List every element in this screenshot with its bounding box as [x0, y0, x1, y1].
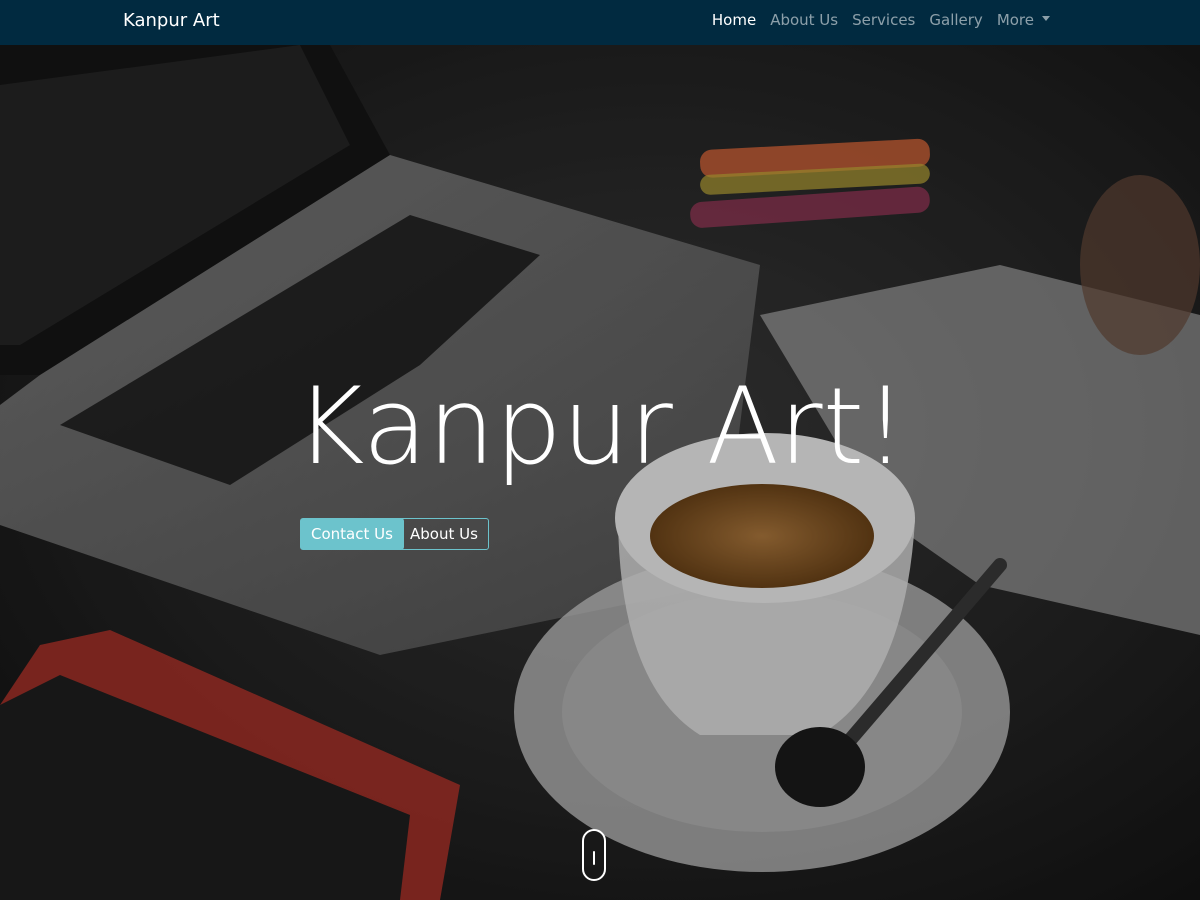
- mouse-scroll-icon[interactable]: [582, 829, 606, 881]
- about-us-button[interactable]: About Us: [399, 518, 489, 550]
- top-navbar: Kanpur Art Home About Us Services Galler…: [0, 0, 1200, 45]
- hero-section: Kanpur Art! Contact Us About Us: [0, 45, 1200, 900]
- hero-title: Kanpur Art!: [295, 365, 907, 488]
- brand-logo-link[interactable]: Kanpur Art: [123, 10, 220, 32]
- nav-link-services[interactable]: Services: [845, 10, 922, 30]
- nav-links: Home About Us Services Gallery More: [705, 10, 1057, 30]
- chevron-down-icon: [1042, 16, 1050, 21]
- nav-link-home[interactable]: Home: [705, 10, 763, 30]
- nav-link-about[interactable]: About Us: [763, 10, 845, 30]
- nav-link-gallery[interactable]: Gallery: [922, 10, 989, 30]
- scroll-wheel-icon: [593, 851, 595, 865]
- contact-us-button[interactable]: Contact Us: [300, 518, 404, 550]
- nav-link-more-label: More: [996, 11, 1034, 29]
- nav-link-more-dropdown[interactable]: More: [990, 10, 1057, 30]
